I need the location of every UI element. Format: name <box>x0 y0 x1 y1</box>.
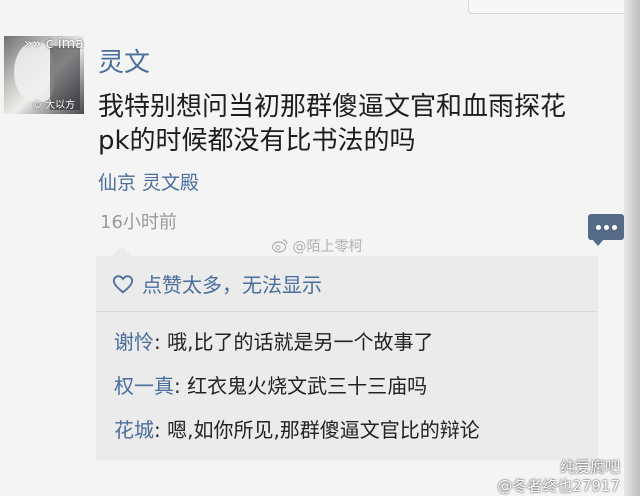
avatar-watermark: »» c image <box>24 36 84 52</box>
comment-author[interactable]: 权一真 <box>114 374 174 398</box>
phone-edge <box>624 0 640 496</box>
post-timestamp: 16小时前 <box>100 212 177 233</box>
post-text-line-1: 我特别想问当初那群傻逼文官和血雨探花 <box>98 92 567 122</box>
avatar-watermark-small: © 大以方 <box>32 100 76 111</box>
likes-text: 点赞太多，无法显示 <box>142 273 322 297</box>
post-username[interactable]: 灵文 <box>98 42 150 79</box>
post-location[interactable]: 仙京 灵文殿 <box>98 168 199 195</box>
footer-watermark-1: 纯爱腐吧 <box>559 458 620 476</box>
top-edge-bar <box>468 0 628 14</box>
likes-row[interactable]: 点赞太多，无法显示 <box>96 256 598 312</box>
comment-text: : 哦,比了的话就是另一个故事了 <box>154 330 434 354</box>
comment-text: : 嗯,如你所见,那群傻逼文官比的辩论 <box>154 418 480 442</box>
interaction-panel: 点赞太多，无法显示 谢怜: 哦,比了的话就是另一个故事了 权一真: 红衣鬼火烧文… <box>96 246 598 460</box>
comment-text: : 红衣鬼火烧文武三十三庙吗 <box>174 374 428 398</box>
comment-item[interactable]: 花城: 嗯,如你所见,那群傻逼文官比的辩论 <box>114 414 480 443</box>
post-text-line-2: pk的时候都没有比书法的吗 <box>98 126 416 156</box>
avatar[interactable]: »» c image © 大以方 <box>4 36 84 114</box>
comment-icon <box>596 225 601 230</box>
comment-item[interactable]: 权一真: 红衣鬼火烧文武三十三庙吗 <box>114 370 427 399</box>
comment-author[interactable]: 花城 <box>114 418 154 442</box>
comment-item[interactable]: 谢怜: 哦,比了的话就是另一个故事了 <box>114 326 433 355</box>
weibo-watermark: @陌上零柯 <box>271 236 362 256</box>
heart-icon <box>112 274 134 293</box>
comment-author[interactable]: 谢怜 <box>114 330 154 354</box>
comment-button[interactable] <box>588 214 624 246</box>
footer-watermark-2: @冬者终也27917 <box>497 477 620 495</box>
post-content: 我特别想问当初那群傻逼文官和血雨探花 pk的时候都没有比书法的吗 <box>98 90 618 158</box>
weibo-icon <box>271 239 288 253</box>
